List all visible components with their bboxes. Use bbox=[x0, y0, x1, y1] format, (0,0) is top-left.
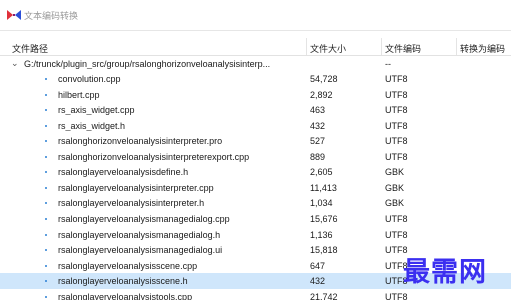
file-name: hilbert.cpp bbox=[58, 89, 100, 100]
column-header-path[interactable]: 文件路径 bbox=[12, 42, 48, 55]
file-size: 2,605 bbox=[310, 167, 333, 178]
file-bullet-icon bbox=[45, 202, 47, 205]
file-name: rsalonghorizonveloanalysisinterpreterexp… bbox=[58, 151, 250, 162]
window-title: 文本编码转换 bbox=[24, 11, 79, 21]
file-name: rsalonglayerveloanalysismanagedialog.h bbox=[58, 229, 221, 240]
file-bullet-icon bbox=[45, 140, 47, 143]
column-divider[interactable] bbox=[381, 38, 382, 55]
root-path: G:/trunck/plugin_src/group/rsalonghorizo… bbox=[24, 59, 271, 69]
file-name: rs_axis_widget.h bbox=[58, 120, 126, 131]
file-size: 15,818 bbox=[310, 245, 338, 256]
table-row[interactable]: hilbert.cpp 2,892 UTF8 bbox=[0, 87, 511, 103]
file-encoding: UTF8 bbox=[385, 151, 408, 162]
file-encoding: UTF8 bbox=[385, 74, 408, 84]
file-bullet-icon bbox=[45, 264, 47, 267]
table-row[interactable]: rsalonglayerveloanalysisinterpreter.h 1,0… bbox=[0, 195, 511, 211]
file-encoding: UTF8 bbox=[385, 120, 408, 131]
file-size: 432 bbox=[310, 276, 326, 287]
table-row[interactable]: rsalonglayerveloanalysisinterpreter.cpp 1… bbox=[0, 180, 511, 196]
column-divider[interactable] bbox=[456, 38, 457, 55]
file-size: 15,676 bbox=[310, 213, 338, 224]
file-name: rsalonglayerveloanalysisscene.h bbox=[58, 276, 188, 287]
file-size: 432 bbox=[310, 120, 326, 131]
table-row[interactable]: rsalonglayerveloanalysisdefine.h 2,605 GBK bbox=[0, 164, 511, 180]
file-name: rs_axis_widget.cpp bbox=[58, 105, 135, 116]
table-row[interactable]: rs_axis_widget.cpp 463 UTF8 bbox=[0, 102, 511, 118]
file-bullet-icon bbox=[45, 109, 47, 112]
table-row[interactable]: rsalonghorizonveloanalysisinterpreterexp… bbox=[0, 149, 511, 165]
watermark-logo: 最需网 bbox=[403, 257, 487, 288]
file-bullet-icon bbox=[45, 93, 47, 96]
column-header-convert-to[interactable]: 转换为编码 bbox=[460, 42, 505, 55]
file-size: 11,413 bbox=[310, 182, 337, 193]
chevron-down-icon[interactable]: ⌄ bbox=[11, 58, 19, 69]
file-bullet-icon bbox=[45, 155, 47, 158]
table-row[interactable]: rsalonglayerveloanalysistools.cpp 21,742 U… bbox=[0, 289, 511, 300]
file-bullet-icon bbox=[45, 186, 47, 189]
file-name: rsalonglayerveloanalysismanagedialog.ui bbox=[58, 245, 223, 256]
file-name: rsalonglayerveloanalysisdefine.h bbox=[58, 167, 189, 178]
file-name: rsalonglayerveloanalysisscene.cpp bbox=[58, 260, 198, 271]
file-encoding: UTF8 bbox=[385, 105, 408, 116]
file-bullet-icon bbox=[45, 233, 47, 236]
column-divider[interactable] bbox=[306, 38, 307, 55]
file-encoding: UTF8 bbox=[385, 136, 408, 147]
table-row[interactable]: rsalonglayerveloanalysismanagedialog.cpp… bbox=[0, 211, 511, 227]
file-encoding: GBK bbox=[385, 167, 405, 178]
file-name: rsalonghorizonveloanalysisinterpreter.pr… bbox=[58, 136, 223, 147]
file-bullet-icon bbox=[45, 295, 47, 298]
file-bullet-icon bbox=[45, 78, 47, 80]
file-bullet-icon bbox=[45, 249, 47, 252]
file-encoding: UTF8 bbox=[385, 229, 408, 240]
file-size: 463 bbox=[310, 105, 326, 116]
column-header-encoding[interactable]: 文件编码 bbox=[385, 42, 421, 55]
file-bullet-icon bbox=[45, 217, 47, 220]
file-bullet-icon bbox=[45, 280, 47, 283]
column-header-size[interactable]: 文件大小 bbox=[310, 42, 346, 55]
file-size: 647 bbox=[310, 260, 326, 271]
file-size: 527 bbox=[310, 136, 326, 147]
file-size: 1,034 bbox=[310, 198, 333, 209]
file-size: 889 bbox=[310, 151, 326, 162]
file-name: rsalonglayerveloanalysismanagedialog.cpp bbox=[58, 213, 230, 224]
table-row[interactable]: rsalonglayerveloanalysismanagedialog.h 1,… bbox=[0, 227, 511, 243]
file-name: rsalonglayerveloanalysisinterpreter.cpp bbox=[58, 182, 214, 193]
file-encoding: GBK bbox=[385, 182, 405, 193]
file-encoding: GBK bbox=[385, 198, 405, 209]
file-encoding: UTF8 bbox=[385, 89, 408, 100]
title-bar: 文本编码转换 bbox=[0, 0, 511, 30]
file-bullet-icon bbox=[45, 124, 47, 127]
table-header: 文件路径 文件大小 文件编码 转换为编码 bbox=[0, 38, 511, 56]
root-encoding: -- bbox=[385, 59, 391, 69]
file-name: convolution.cpp bbox=[58, 74, 121, 84]
file-size: 54,728 bbox=[310, 74, 338, 84]
table-row[interactable]: rsalonghorizonveloanalysisinterpreter.pr… bbox=[0, 133, 511, 149]
file-name: rsalonglayerveloanalysisinterpreter.h bbox=[58, 198, 205, 209]
bowtie-app-icon bbox=[7, 10, 21, 20]
file-bullet-icon bbox=[45, 171, 47, 174]
table-row[interactable]: convolution.cpp 54,728 UTF8 bbox=[0, 71, 511, 87]
file-size: 1,136 bbox=[310, 229, 333, 240]
file-encoding: UTF8 bbox=[385, 213, 408, 224]
table-row[interactable]: rs_axis_widget.h 432 UTF8 bbox=[0, 118, 511, 134]
tree-root-row[interactable]: ⌄ G:/trunck/plugin_src/group/rsalonghori… bbox=[0, 56, 511, 72]
file-size: 2,892 bbox=[310, 89, 333, 100]
